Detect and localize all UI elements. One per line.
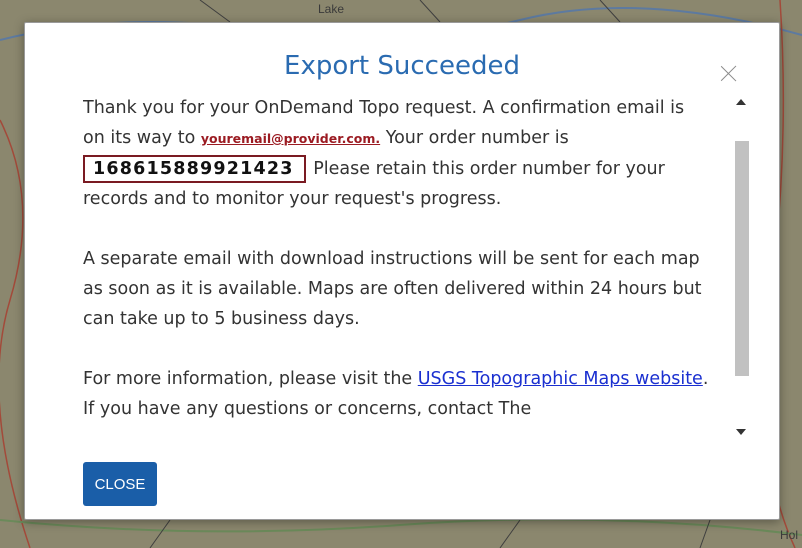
dialog-message: Thank you for your OnDemand Topo request… — [83, 93, 711, 424]
order-number: 168615889921423 — [83, 155, 306, 183]
map-label-lake: Lake — [318, 2, 345, 16]
confirmation-text-2: Your order number is — [380, 128, 569, 148]
message-scrollbar[interactable] — [731, 93, 753, 441]
dialog-message-scroll-area[interactable]: Thank you for your OnDemand Topo request… — [83, 93, 747, 439]
more-info-text-1: For more information, please visit the — [83, 369, 418, 389]
more-info-paragraph: For more information, please visit the U… — [83, 364, 711, 424]
delivery-paragraph: A separate email with download instructi… — [83, 249, 702, 329]
close-button[interactable]: CLOSE — [83, 462, 157, 506]
export-succeeded-dialog: Export Succeeded Thank you for your OnDe… — [24, 22, 780, 520]
email-link[interactable]: youremail@provider.com. — [201, 131, 380, 146]
scrollbar-thumb[interactable] — [735, 141, 749, 376]
scroll-down-arrow-icon[interactable] — [736, 429, 746, 435]
scroll-up-arrow-icon[interactable] — [736, 99, 746, 105]
usgs-topographic-maps-link[interactable]: USGS Topographic Maps website — [418, 369, 703, 389]
close-icon[interactable] — [721, 65, 737, 81]
map-label-hol: Hol — [780, 528, 799, 542]
dialog-title: Export Succeeded — [284, 51, 520, 81]
confirmation-paragraph: Thank you for your OnDemand Topo request… — [83, 93, 711, 214]
